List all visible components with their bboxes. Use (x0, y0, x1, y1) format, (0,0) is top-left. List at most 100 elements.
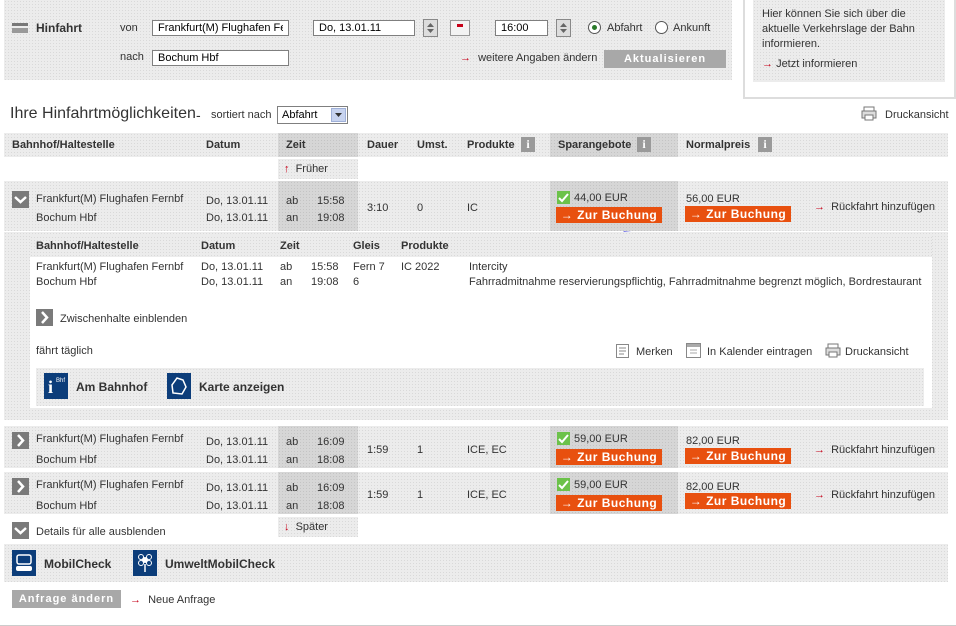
sort-value: Abfahrt (282, 109, 318, 121)
from-label: von (120, 22, 138, 34)
svg-text:Bhf: Bhf (56, 378, 65, 384)
results-title: Ihre Hinfahrtmöglichkeiten (10, 105, 196, 122)
conn-arr-time: 18:08 (317, 500, 345, 512)
add-return-link[interactable]: → Rückfahrt hinzufügen (814, 489, 935, 501)
detail-station-2: Bochum Hbf (36, 276, 97, 288)
change-request-button[interactable]: Anfrage ändern (12, 590, 121, 608)
info-icon[interactable]: i (758, 137, 772, 152)
station-button[interactable]: Am Bahnhof (76, 380, 147, 394)
more-options-label: weitere Angaben ändern (478, 52, 598, 64)
train-icon (12, 21, 28, 35)
normal-price: 82,00 EUR (686, 481, 740, 493)
check-icon (557, 191, 570, 204)
update-button[interactable]: Aktualisieren (604, 50, 726, 68)
book-saver-button[interactable]: → Zur Buchung (556, 449, 662, 465)
book-label: Zur Buchung (577, 496, 658, 510)
add-return-label: Rückfahrt hinzufügen (831, 444, 936, 456)
departure-radio[interactable] (588, 21, 601, 34)
later-link[interactable]: ↓ Später (284, 521, 328, 533)
conn-dep-time: 15:58 (317, 195, 345, 207)
arrow-right-icon: → (130, 594, 141, 606)
book-normal-button[interactable]: → Zur Buchung (685, 206, 791, 222)
dep-abbr: ab (286, 436, 299, 448)
book-saver-button[interactable]: → Zur Buchung (556, 495, 662, 511)
add-return-link[interactable]: → Rückfahrt hinzufügen (814, 201, 935, 213)
time-stepper[interactable] (556, 19, 571, 37)
conn-changes: 1 (417, 489, 424, 501)
conn-duration: 1:59 (367, 489, 389, 501)
details-header-track: Gleis (353, 240, 380, 252)
expand-toggle[interactable] (12, 478, 29, 495)
printer-icon[interactable] (825, 343, 841, 358)
from-input[interactable] (152, 20, 289, 36)
info-icon[interactable]: i (637, 137, 651, 152)
book-saver-button[interactable]: → Zur Buchung (556, 207, 662, 223)
saver-price: 59,00 EUR (574, 479, 628, 491)
remember-link[interactable]: Merken (636, 346, 673, 358)
arrow-right-icon: → (814, 489, 825, 501)
conn-duration: 1:59 (367, 444, 389, 456)
collapse-all-toggle[interactable] (12, 522, 29, 539)
check-icon (557, 432, 570, 445)
new-request-label: Neue Anfrage (148, 594, 216, 606)
map-button[interactable]: Karte anzeigen (199, 380, 284, 394)
calendar-icon[interactable] (450, 20, 470, 36)
map-icon[interactable] (167, 373, 191, 399)
earlier-link[interactable]: ↑ Früher (284, 163, 328, 175)
header-duration: Dauer (367, 139, 399, 151)
new-request-link[interactable]: → Neue Anfrage (130, 594, 215, 606)
conn-products: ICE, EC (467, 489, 507, 501)
header-time: Zeit (286, 139, 306, 151)
conn-products: IC (467, 202, 478, 214)
expand-stops-toggle[interactable] (36, 309, 53, 326)
arr-abbr: an (286, 454, 299, 466)
sort-select[interactable]: Abfahrt (277, 106, 348, 124)
stops-link[interactable]: Zwischenhalte einblenden (60, 313, 187, 325)
normal-price: 56,00 EUR (686, 193, 740, 205)
expand-toggle[interactable] (12, 432, 29, 449)
time-input[interactable] (495, 20, 548, 36)
to-label: nach (120, 51, 144, 63)
add-return-label: Rückfahrt hinzufügen (831, 489, 936, 501)
arrow-right-icon: → (689, 494, 703, 508)
arrow-right-icon: → (460, 52, 471, 64)
check-icon (557, 478, 570, 491)
add-return-label: Rückfahrt hinzufügen (831, 201, 936, 213)
to-input[interactable] (152, 50, 289, 66)
conn-from: Frankfurt(M) Flughafen Fernbf (36, 193, 184, 205)
print-link[interactable]: Druckansicht (885, 109, 949, 121)
station-info-icon[interactable]: i Bhf (44, 373, 68, 399)
saver-price: 59,00 EUR (574, 433, 628, 445)
conn-date-dep: Do, 13.01.11 (206, 436, 269, 448)
details-print-link[interactable]: Druckansicht (845, 346, 909, 358)
conn-changes: 0 (417, 202, 424, 214)
daily-note: fährt täglich (36, 345, 93, 357)
book-normal-button[interactable]: → Zur Buchung (685, 448, 791, 464)
conn-arr-time: 19:08 (317, 212, 345, 224)
note-icon[interactable] (616, 344, 629, 358)
book-normal-button[interactable]: → Zur Buchung (685, 493, 791, 509)
mobilcheck-icon[interactable] (12, 550, 36, 576)
add-return-link[interactable]: → Rückfahrt hinzufügen (814, 444, 935, 456)
more-options-link[interactable]: → weitere Angaben ändern (460, 52, 597, 64)
arrival-radio[interactable] (655, 21, 668, 34)
detail-abbr-2: an (280, 276, 293, 288)
calendar-icon[interactable] (686, 343, 701, 358)
date-input[interactable] (313, 20, 415, 36)
hide-all-link[interactable]: Details für alle ausblenden (36, 526, 166, 538)
umwelt-link[interactable]: UmweltMobilCheck (165, 557, 275, 571)
detail-time-1: 15:58 (311, 261, 339, 273)
umwelt-icon[interactable] (133, 550, 157, 576)
header-normal: Normalpreis (686, 139, 751, 151)
date-stepper[interactable] (423, 19, 438, 37)
sort-label: sortiert nach (211, 109, 272, 121)
calendar-link[interactable]: In Kalender eintragen (707, 346, 812, 358)
header-savings: Sparangebote (558, 139, 632, 151)
infobox-text: Hier können Sie sich über die aktuelle V… (762, 8, 915, 50)
printer-icon[interactable] (861, 106, 877, 121)
detail-product-1: IC 2022 (401, 261, 440, 273)
infobox-link[interactable]: → Jetzt informieren (762, 58, 857, 70)
collapse-toggle[interactable] (12, 191, 29, 208)
mobilcheck-link[interactable]: MobilCheck (44, 557, 111, 571)
info-icon[interactable]: i (521, 137, 535, 152)
